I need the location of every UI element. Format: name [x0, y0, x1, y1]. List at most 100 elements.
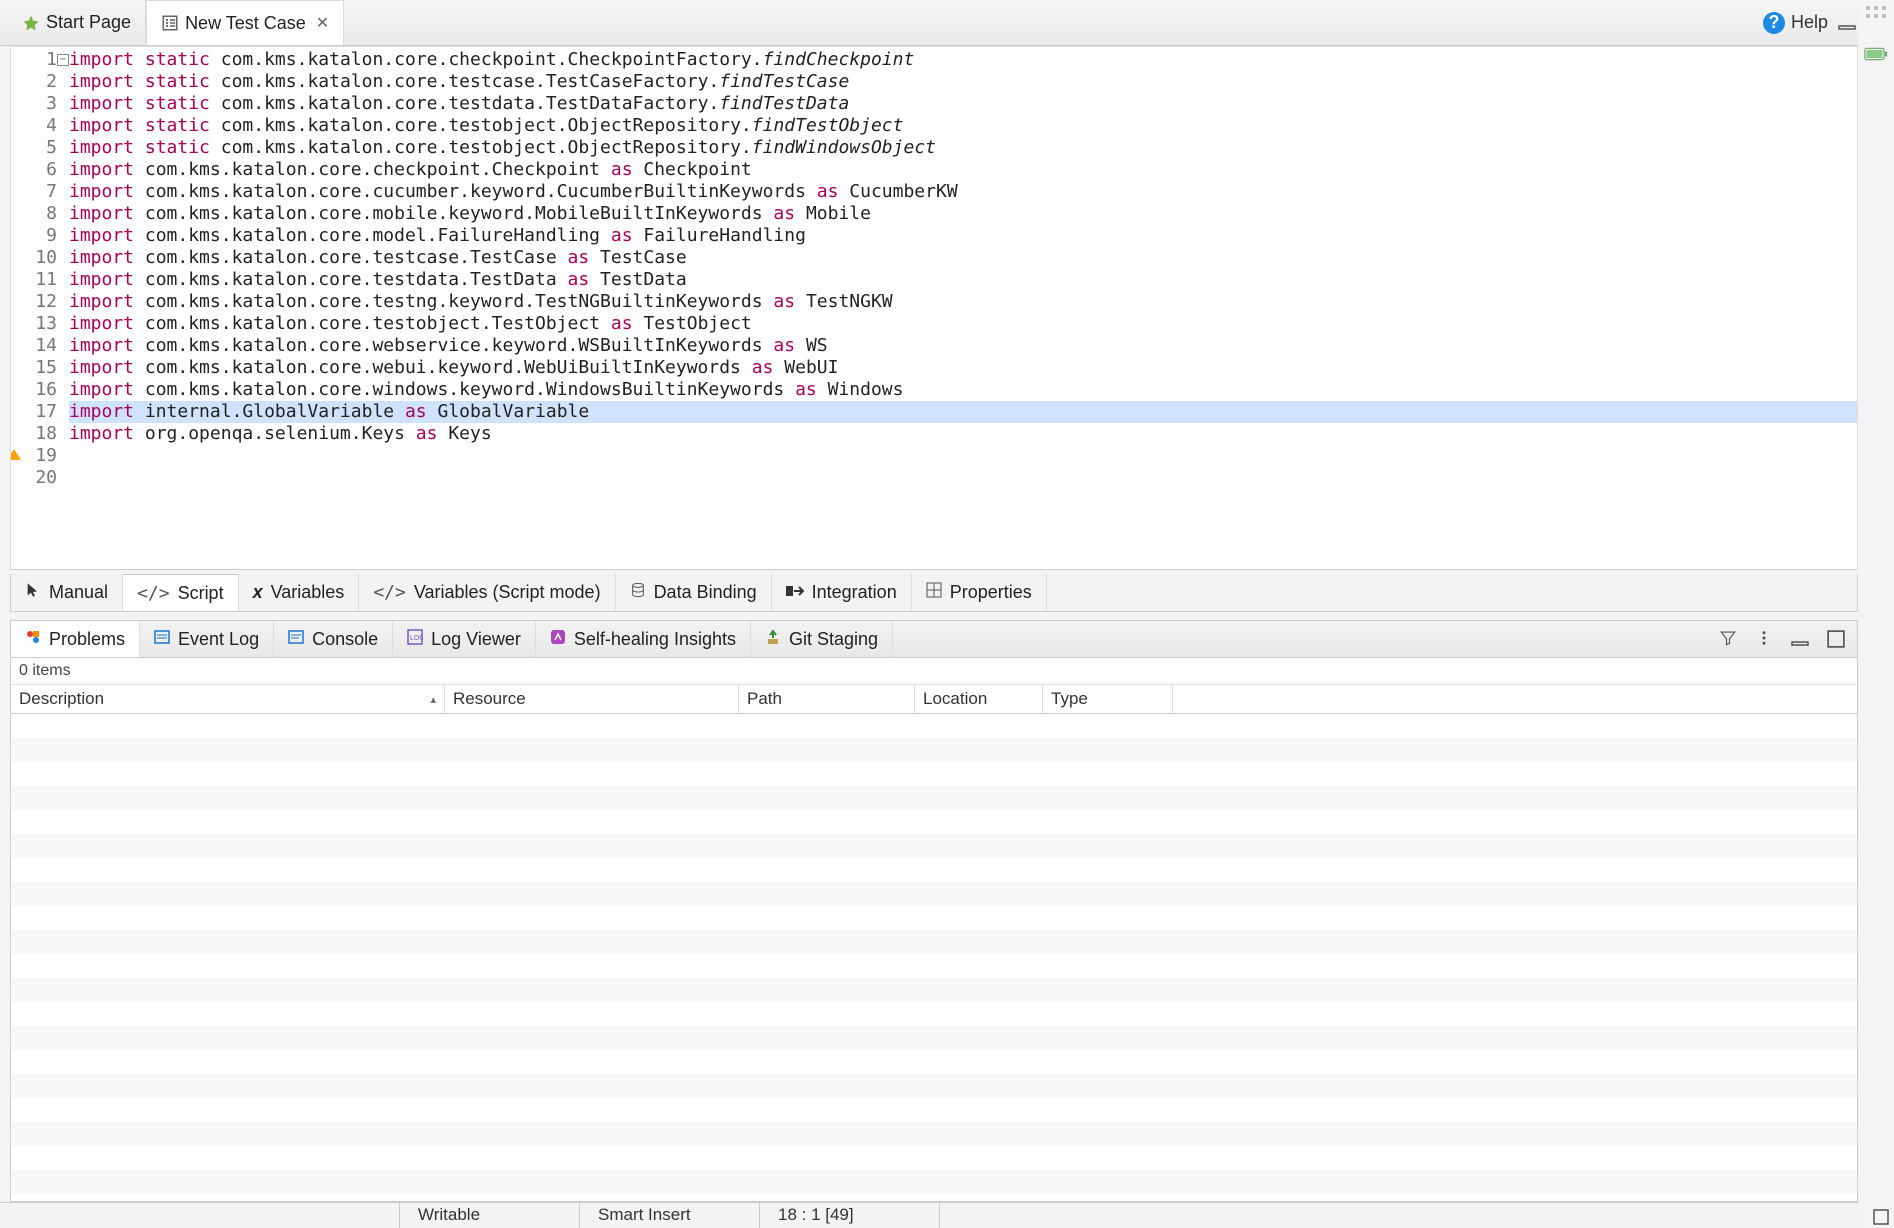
- panel-tab-console[interactable]: Console: [274, 621, 393, 657]
- column-path[interactable]: Path: [739, 685, 915, 713]
- code-line[interactable]: import com.kms.katalon.core.mobile.keywo…: [69, 203, 1857, 225]
- panel-minimize-icon[interactable]: [1791, 630, 1809, 648]
- database-icon: [630, 582, 646, 603]
- mode-tab-variables[interactable]: x Variables: [239, 574, 360, 611]
- status-bar: Writable Smart Insert 18 : 1 [49]: [0, 1202, 1858, 1228]
- mode-tab-integration-label: Integration: [812, 582, 897, 603]
- self-healing-icon: [550, 629, 566, 650]
- code-line[interactable]: [69, 445, 1857, 467]
- code-content[interactable]: import static com.kms.katalon.core.check…: [63, 47, 1857, 569]
- panel-tab-self-healing-label: Self-healing Insights: [574, 629, 736, 650]
- code-line[interactable]: [69, 467, 1857, 489]
- cursor-icon: [25, 582, 41, 603]
- panel-tab-git-staging-label: Git Staging: [789, 629, 878, 650]
- event-log-icon: [154, 629, 170, 650]
- code-line[interactable]: import com.kms.katalon.core.webui.keywor…: [69, 357, 1857, 379]
- problems-table-rows: [11, 714, 1857, 1201]
- star-icon: [22, 14, 40, 32]
- panel-tab-log-viewer-label: Log Viewer: [431, 629, 521, 650]
- code-line[interactable]: import com.kms.katalon.core.cucumber.key…: [69, 181, 1857, 203]
- column-type[interactable]: Type: [1043, 685, 1173, 713]
- editor-mode-tabs: Manual </> Script x Variables </> Variab…: [10, 574, 1858, 612]
- code-line[interactable]: import com.kms.katalon.core.testobject.T…: [69, 313, 1857, 335]
- help-label: Help: [1791, 12, 1828, 33]
- mode-tab-data-binding-label: Data Binding: [654, 582, 757, 603]
- code-line[interactable]: import static com.kms.katalon.core.testo…: [69, 137, 1857, 159]
- help-button[interactable]: ? Help: [1763, 12, 1828, 34]
- code-line[interactable]: import com.kms.katalon.core.testcase.Tes…: [69, 247, 1857, 269]
- mode-tab-manual-label: Manual: [49, 582, 108, 603]
- panel-tab-self-healing[interactable]: Self-healing Insights: [536, 621, 751, 657]
- editor-tab-bar: Start Page New Test Case ✕ ? Help: [0, 0, 1894, 46]
- status-writable: Writable: [400, 1203, 580, 1228]
- problems-table-header: Description ▴ Resource Path Location Typ…: [11, 684, 1857, 714]
- tab-start-page-label: Start Page: [46, 12, 131, 33]
- drag-handle-icon[interactable]: [1866, 6, 1886, 18]
- code-line[interactable]: import static com.kms.katalon.core.testc…: [69, 71, 1857, 93]
- mode-tab-properties[interactable]: Properties: [912, 574, 1047, 611]
- panel-tab-console-label: Console: [312, 629, 378, 650]
- test-case-icon: [161, 14, 179, 32]
- mode-tab-integration[interactable]: Integration: [772, 574, 912, 611]
- code-line[interactable]: import internal.GlobalVariable as Global…: [69, 401, 1857, 423]
- mode-tab-variables-script[interactable]: </> Variables (Script mode): [359, 574, 615, 611]
- code-editor[interactable]: 1−234567891011121314151617181920 import …: [10, 46, 1858, 570]
- filter-icon[interactable]: [1719, 629, 1737, 650]
- mode-tab-script-label: Script: [178, 583, 224, 604]
- tab-new-test-case[interactable]: New Test Case ✕: [146, 0, 344, 45]
- integration-icon: [786, 582, 804, 603]
- code-line[interactable]: import com.kms.katalon.core.testng.keywo…: [69, 291, 1857, 313]
- code-line[interactable]: import static com.kms.katalon.core.check…: [69, 49, 1857, 71]
- battery-icon: [1864, 46, 1888, 65]
- mode-tab-script[interactable]: </> Script: [123, 574, 239, 611]
- git-staging-icon: [765, 629, 781, 650]
- minimize-icon[interactable]: [1838, 14, 1856, 32]
- right-rail: [1858, 0, 1894, 1228]
- sort-ascending-icon: ▴: [430, 693, 436, 706]
- mode-tab-data-binding[interactable]: Data Binding: [616, 574, 772, 611]
- code-line[interactable]: import com.kms.katalon.core.windows.keyw…: [69, 379, 1857, 401]
- code-line[interactable]: import com.kms.katalon.core.checkpoint.C…: [69, 159, 1857, 181]
- svg-text:LOG: LOG: [410, 635, 423, 642]
- column-location[interactable]: Location: [915, 685, 1043, 713]
- panel-tab-problems-label: Problems: [49, 629, 125, 650]
- status-insert-mode: Smart Insert: [580, 1203, 760, 1228]
- panel-tab-log-viewer[interactable]: LOG Log Viewer: [393, 621, 536, 657]
- close-icon[interactable]: ✕: [316, 13, 329, 33]
- code-line[interactable]: import org.openqa.selenium.Keys as Keys: [69, 423, 1857, 445]
- mode-tab-properties-label: Properties: [950, 582, 1032, 603]
- mode-tab-variables-script-label: Variables (Script mode): [414, 582, 601, 603]
- items-count: 0 items: [11, 658, 1857, 684]
- code-line[interactable]: import com.kms.katalon.core.model.Failur…: [69, 225, 1857, 247]
- code-icon: </>: [373, 582, 406, 603]
- line-number-gutter: 1−234567891011121314151617181920: [11, 47, 63, 569]
- code-line[interactable]: import com.kms.katalon.core.webservice.k…: [69, 335, 1857, 357]
- panel-tab-problems[interactable]: Problems: [11, 621, 140, 657]
- tab-start-page[interactable]: Start Page: [8, 0, 146, 45]
- panel-maximize-icon-2[interactable]: [1827, 630, 1845, 648]
- help-icon: ?: [1763, 12, 1785, 34]
- console-icon: [288, 629, 304, 650]
- tab-new-test-case-label: New Test Case: [185, 13, 306, 34]
- variable-icon: x: [253, 582, 263, 603]
- mode-tab-variables-label: Variables: [271, 582, 345, 603]
- code-line[interactable]: import static com.kms.katalon.core.testo…: [69, 115, 1857, 137]
- status-cursor-position: 18 : 1 [49]: [760, 1203, 940, 1228]
- grid-icon: [926, 582, 942, 603]
- bottom-panel-tabs: Problems Event Log Console LOG Log Viewe…: [10, 620, 1858, 658]
- mode-tab-manual[interactable]: Manual: [11, 574, 123, 611]
- warning-icon: [10, 449, 21, 460]
- problems-icon: [25, 629, 41, 650]
- problems-panel: 0 items Description ▴ Resource Path Loca…: [10, 658, 1858, 1202]
- column-resource[interactable]: Resource: [445, 685, 739, 713]
- panel-tab-event-log-label: Event Log: [178, 629, 259, 650]
- panel-tab-event-log[interactable]: Event Log: [140, 621, 274, 657]
- column-description[interactable]: Description ▴: [11, 685, 445, 713]
- code-line[interactable]: import static com.kms.katalon.core.testd…: [69, 93, 1857, 115]
- code-line[interactable]: import com.kms.katalon.core.testdata.Tes…: [69, 269, 1857, 291]
- log-viewer-icon: LOG: [407, 629, 423, 650]
- kebab-menu-icon[interactable]: [1755, 629, 1773, 650]
- panel-tab-git-staging[interactable]: Git Staging: [751, 621, 893, 657]
- code-icon: </>: [137, 583, 170, 604]
- panel-maximize-icon[interactable]: [1872, 1208, 1890, 1226]
